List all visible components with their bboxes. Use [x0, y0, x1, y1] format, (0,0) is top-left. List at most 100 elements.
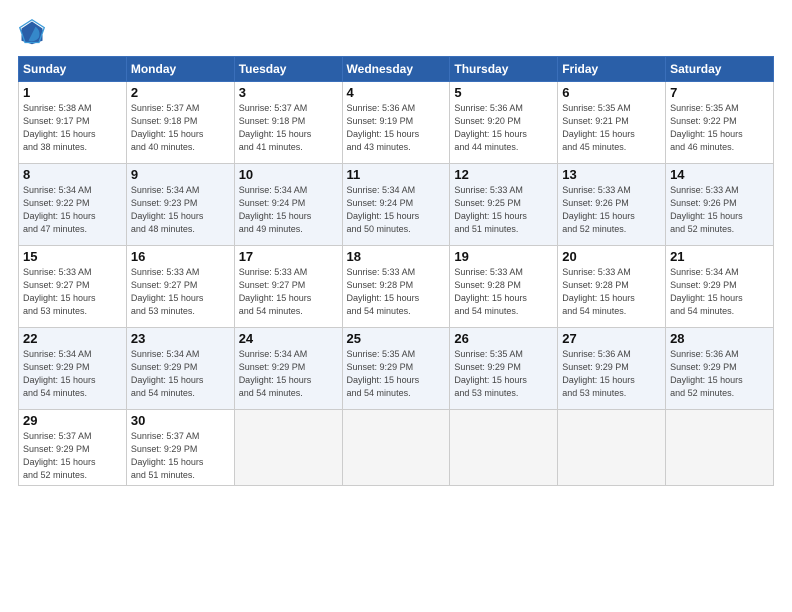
- day-number: 8: [23, 167, 122, 182]
- calendar-cell: 4 Sunrise: 5:36 AM Sunset: 9:19 PM Daylig…: [342, 82, 450, 164]
- calendar-cell: 18 Sunrise: 5:33 AM Sunset: 9:28 PM Dayli…: [342, 246, 450, 328]
- calendar-cell: 30 Sunrise: 5:37 AM Sunset: 9:29 PM Dayli…: [126, 410, 234, 486]
- day-number: 10: [239, 167, 338, 182]
- day-info: Sunrise: 5:38 AM Sunset: 9:17 PM Dayligh…: [23, 102, 122, 154]
- day-info: Sunrise: 5:37 AM Sunset: 9:18 PM Dayligh…: [131, 102, 230, 154]
- day-number: 6: [562, 85, 661, 100]
- calendar-cell: [558, 410, 666, 486]
- logo: [18, 18, 50, 46]
- day-info: Sunrise: 5:33 AM Sunset: 9:27 PM Dayligh…: [239, 266, 338, 318]
- calendar-cell: 6 Sunrise: 5:35 AM Sunset: 9:21 PM Daylig…: [558, 82, 666, 164]
- calendar-cell: 9 Sunrise: 5:34 AM Sunset: 9:23 PM Daylig…: [126, 164, 234, 246]
- day-info: Sunrise: 5:35 AM Sunset: 9:21 PM Dayligh…: [562, 102, 661, 154]
- calendar-cell: [234, 410, 342, 486]
- day-info: Sunrise: 5:33 AM Sunset: 9:28 PM Dayligh…: [562, 266, 661, 318]
- col-header-friday: Friday: [558, 57, 666, 82]
- calendar-cell: 15Sunrise: 5:33 AM Sunset: 9:27 PM Dayli…: [19, 246, 127, 328]
- calendar-cell: 3 Sunrise: 5:37 AM Sunset: 9:18 PM Daylig…: [234, 82, 342, 164]
- calendar-cell: 22 Sunrise: 5:34 AM Sunset: 9:29 PM Dayli…: [19, 328, 127, 410]
- calendar-cell: 26 Sunrise: 5:35 AM Sunset: 9:29 PM Dayli…: [450, 328, 558, 410]
- day-info: Sunrise: 5:34 AM Sunset: 9:29 PM Dayligh…: [670, 266, 769, 318]
- day-number: 3: [239, 85, 338, 100]
- calendar-cell: 12Sunrise: 5:33 AM Sunset: 9:25 PM Dayli…: [450, 164, 558, 246]
- day-info: Sunrise: 5:36 AM Sunset: 9:29 PM Dayligh…: [670, 348, 769, 400]
- day-number: 24: [239, 331, 338, 346]
- col-header-saturday: Saturday: [666, 57, 774, 82]
- calendar-cell: 2 Sunrise: 5:37 AM Sunset: 9:18 PM Daylig…: [126, 82, 234, 164]
- calendar-cell: 19 Sunrise: 5:33 AM Sunset: 9:28 PM Dayli…: [450, 246, 558, 328]
- calendar-cell: 16 Sunrise: 5:33 AM Sunset: 9:27 PM Dayli…: [126, 246, 234, 328]
- day-number: 26: [454, 331, 553, 346]
- day-number: 23: [131, 331, 230, 346]
- day-info: Sunrise: 5:36 AM Sunset: 9:19 PM Dayligh…: [347, 102, 446, 154]
- day-info: Sunrise: 5:33 AM Sunset: 9:26 PM Dayligh…: [562, 184, 661, 236]
- day-number: 22: [23, 331, 122, 346]
- day-info: Sunrise: 5:36 AM Sunset: 9:20 PM Dayligh…: [454, 102, 553, 154]
- day-info: Sunrise: 5:33 AM Sunset: 9:27 PM Dayligh…: [23, 266, 122, 318]
- day-number: 13: [562, 167, 661, 182]
- calendar-cell: 7 Sunrise: 5:35 AM Sunset: 9:22 PM Daylig…: [666, 82, 774, 164]
- col-header-monday: Monday: [126, 57, 234, 82]
- day-info: Sunrise: 5:34 AM Sunset: 9:24 PM Dayligh…: [239, 184, 338, 236]
- day-info: Sunrise: 5:35 AM Sunset: 9:29 PM Dayligh…: [347, 348, 446, 400]
- day-number: 11: [347, 167, 446, 182]
- day-number: 16: [131, 249, 230, 264]
- day-info: Sunrise: 5:34 AM Sunset: 9:23 PM Dayligh…: [131, 184, 230, 236]
- day-info: Sunrise: 5:37 AM Sunset: 9:18 PM Dayligh…: [239, 102, 338, 154]
- day-number: 30: [131, 413, 230, 428]
- day-info: Sunrise: 5:34 AM Sunset: 9:29 PM Dayligh…: [131, 348, 230, 400]
- day-info: Sunrise: 5:34 AM Sunset: 9:29 PM Dayligh…: [239, 348, 338, 400]
- day-info: Sunrise: 5:33 AM Sunset: 9:25 PM Dayligh…: [454, 184, 553, 236]
- day-number: 29: [23, 413, 122, 428]
- calendar-cell: 29 Sunrise: 5:37 AM Sunset: 9:29 PM Dayli…: [19, 410, 127, 486]
- calendar: SundayMondayTuesdayWednesdayThursdayFrid…: [18, 56, 774, 486]
- calendar-cell: 11 Sunrise: 5:34 AM Sunset: 9:24 PM Dayli…: [342, 164, 450, 246]
- day-number: 25: [347, 331, 446, 346]
- day-info: Sunrise: 5:35 AM Sunset: 9:22 PM Dayligh…: [670, 102, 769, 154]
- day-number: 28: [670, 331, 769, 346]
- day-info: Sunrise: 5:33 AM Sunset: 9:26 PM Dayligh…: [670, 184, 769, 236]
- col-header-sunday: Sunday: [19, 57, 127, 82]
- day-info: Sunrise: 5:37 AM Sunset: 9:29 PM Dayligh…: [131, 430, 230, 482]
- col-header-wednesday: Wednesday: [342, 57, 450, 82]
- calendar-cell: 10 Sunrise: 5:34 AM Sunset: 9:24 PM Dayli…: [234, 164, 342, 246]
- day-info: Sunrise: 5:37 AM Sunset: 9:29 PM Dayligh…: [23, 430, 122, 482]
- calendar-cell: 13 Sunrise: 5:33 AM Sunset: 9:26 PM Dayli…: [558, 164, 666, 246]
- day-number: 17: [239, 249, 338, 264]
- calendar-cell: 5 Sunrise: 5:36 AM Sunset: 9:20 PM Daylig…: [450, 82, 558, 164]
- day-info: Sunrise: 5:36 AM Sunset: 9:29 PM Dayligh…: [562, 348, 661, 400]
- calendar-cell: [342, 410, 450, 486]
- day-info: Sunrise: 5:33 AM Sunset: 9:27 PM Dayligh…: [131, 266, 230, 318]
- day-number: 5: [454, 85, 553, 100]
- day-number: 14: [670, 167, 769, 182]
- day-info: Sunrise: 5:33 AM Sunset: 9:28 PM Dayligh…: [454, 266, 553, 318]
- calendar-cell: [450, 410, 558, 486]
- page: SundayMondayTuesdayWednesdayThursdayFrid…: [0, 0, 792, 612]
- day-info: Sunrise: 5:34 AM Sunset: 9:22 PM Dayligh…: [23, 184, 122, 236]
- calendar-cell: 24 Sunrise: 5:34 AM Sunset: 9:29 PM Dayli…: [234, 328, 342, 410]
- day-number: 20: [562, 249, 661, 264]
- day-info: Sunrise: 5:33 AM Sunset: 9:28 PM Dayligh…: [347, 266, 446, 318]
- header: [18, 18, 774, 46]
- calendar-cell: 14 Sunrise: 5:33 AM Sunset: 9:26 PM Dayli…: [666, 164, 774, 246]
- logo-icon: [18, 18, 46, 46]
- calendar-cell: 20 Sunrise: 5:33 AM Sunset: 9:28 PM Dayli…: [558, 246, 666, 328]
- calendar-cell: [666, 410, 774, 486]
- day-number: 7: [670, 85, 769, 100]
- day-number: 21: [670, 249, 769, 264]
- day-info: Sunrise: 5:34 AM Sunset: 9:29 PM Dayligh…: [23, 348, 122, 400]
- day-info: Sunrise: 5:35 AM Sunset: 9:29 PM Dayligh…: [454, 348, 553, 400]
- day-number: 9: [131, 167, 230, 182]
- calendar-cell: 21 Sunrise: 5:34 AM Sunset: 9:29 PM Dayli…: [666, 246, 774, 328]
- calendar-cell: 27Sunrise: 5:36 AM Sunset: 9:29 PM Dayli…: [558, 328, 666, 410]
- calendar-cell: 1Sunrise: 5:38 AM Sunset: 9:17 PM Daylig…: [19, 82, 127, 164]
- day-number: 2: [131, 85, 230, 100]
- calendar-cell: 8 Sunrise: 5:34 AM Sunset: 9:22 PM Daylig…: [19, 164, 127, 246]
- col-header-thursday: Thursday: [450, 57, 558, 82]
- calendar-cell: 17 Sunrise: 5:33 AM Sunset: 9:27 PM Dayli…: [234, 246, 342, 328]
- day-number: 18: [347, 249, 446, 264]
- day-info: Sunrise: 5:34 AM Sunset: 9:24 PM Dayligh…: [347, 184, 446, 236]
- day-number: 4: [347, 85, 446, 100]
- day-number: 19: [454, 249, 553, 264]
- col-header-tuesday: Tuesday: [234, 57, 342, 82]
